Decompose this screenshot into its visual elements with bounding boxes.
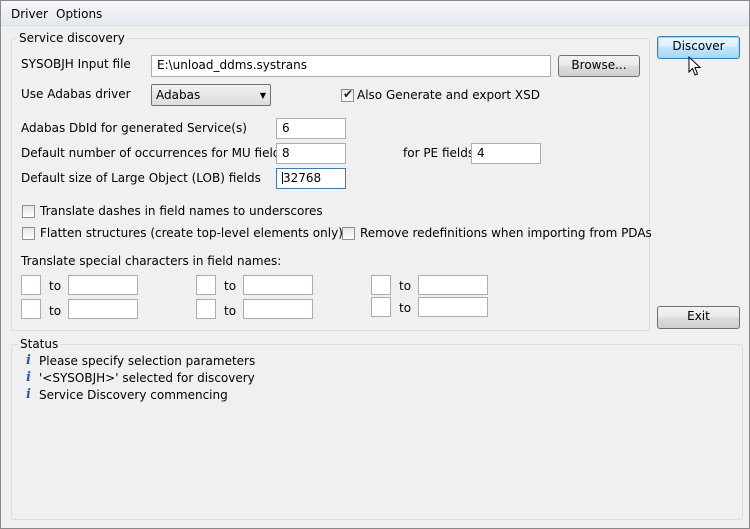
info-icon: i <box>26 387 31 402</box>
special-char-to-3[interactable] <box>418 275 488 295</box>
special-char-to-6[interactable] <box>418 297 488 317</box>
xsd-label: Also Generate and export XSD <box>357 88 540 102</box>
info-icon: i <box>26 353 31 368</box>
exit-button[interactable]: Exit <box>657 306 740 329</box>
special-char-from-1[interactable] <box>21 275 41 295</box>
driver-select[interactable]: Adabas ▼ <box>151 84 271 106</box>
redefinitions-checkbox[interactable] <box>342 227 355 240</box>
mu-occurrences-value: 8 <box>282 146 290 160</box>
occurrences-label: Default number of occurrences for MU fie… <box>21 146 287 160</box>
dbid-value: 6 <box>282 121 290 135</box>
status-message: Please specify selection parameters <box>39 354 256 368</box>
dashes-label: Translate dashes in field names to under… <box>40 204 323 218</box>
special-char-to-5[interactable] <box>243 299 313 319</box>
lob-label: Default size of Large Object (LOB) field… <box>21 171 261 185</box>
special-char-from-2[interactable] <box>196 275 216 295</box>
flatten-label: Flatten structures (create top-level ele… <box>40 226 343 240</box>
info-icon: i <box>26 370 31 385</box>
menu-options[interactable]: Options <box>55 7 103 21</box>
driver-select-value: Adabas <box>156 88 201 102</box>
input-file-value: E:\unload_ddms.systrans <box>157 58 307 72</box>
special-char-to-2[interactable] <box>243 275 313 295</box>
lob-size-field[interactable]: 32768 <box>276 168 346 189</box>
special-chars-label: Translate special characters in field na… <box>21 254 282 268</box>
input-file-label: SYSOBJH Input file <box>21 57 131 71</box>
flatten-checkbox[interactable] <box>22 227 35 240</box>
input-file-field[interactable]: E:\unload_ddms.systrans <box>151 55 551 77</box>
to-label: to <box>224 279 237 293</box>
to-label: to <box>49 304 62 318</box>
xsd-checkbox[interactable]: ✔ <box>341 87 354 102</box>
status-legend: Status <box>18 337 61 351</box>
special-char-to-4[interactable] <box>68 299 138 319</box>
to-label: to <box>399 301 412 315</box>
status-message: Service Discovery commencing <box>39 388 228 402</box>
special-char-from-4[interactable] <box>21 299 41 319</box>
browse-button[interactable]: Browse... <box>558 55 640 77</box>
special-char-from-3[interactable] <box>371 275 391 295</box>
service-discovery-legend: Service discovery <box>17 31 127 45</box>
mouse-cursor-icon <box>688 56 702 76</box>
special-char-to-1[interactable] <box>68 275 138 295</box>
menu-bar: Driver Options <box>1 1 749 26</box>
lob-size-value: 32768 <box>283 171 322 185</box>
menu-driver[interactable]: Driver <box>10 7 49 21</box>
to-label: to <box>399 279 412 293</box>
pe-occurrences-value: 4 <box>477 146 485 160</box>
redefinitions-label: Remove redefinitions when importing from… <box>360 226 652 240</box>
chevron-down-icon: ▼ <box>259 91 266 100</box>
to-label: to <box>49 279 62 293</box>
pe-occurrences-field[interactable]: 4 <box>471 143 541 164</box>
special-char-from-6[interactable] <box>371 297 391 317</box>
app-window: Driver Options Service discovery SYSOBJH… <box>0 0 750 529</box>
mu-occurrences-field[interactable]: 8 <box>276 143 346 164</box>
checkmark-icon: ✔ <box>343 87 354 101</box>
to-label: to <box>224 304 237 318</box>
dbid-field[interactable]: 6 <box>276 118 346 139</box>
special-char-from-5[interactable] <box>196 299 216 319</box>
status-message: '<SYSOBJH>' selected for discovery <box>39 371 255 385</box>
pe-label: for PE fields <box>403 146 475 160</box>
dbid-label: Adabas DbId for generated Service(s) <box>21 121 247 135</box>
dashes-checkbox[interactable] <box>22 205 35 218</box>
driver-label: Use Adabas driver <box>21 87 131 101</box>
